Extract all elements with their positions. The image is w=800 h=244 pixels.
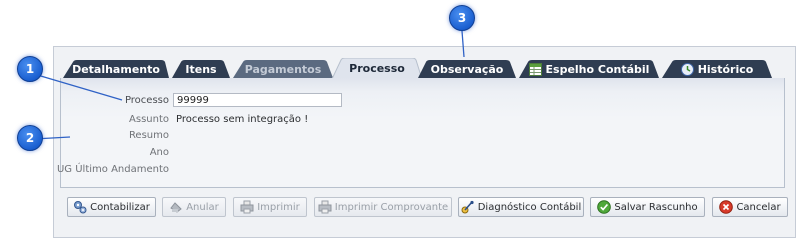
button-label: Imprimir Comprovante — [334, 201, 449, 213]
contabilizar-button[interactable]: Contabilizar — [67, 197, 156, 217]
tab-label: Detalhamento — [72, 62, 160, 76]
tab-detalhamento[interactable]: Detalhamento — [63, 60, 169, 78]
button-label: Anular — [186, 201, 219, 213]
button-label: Contabilizar — [90, 201, 150, 213]
button-label: Diagnóstico Contábil — [477, 201, 582, 213]
anular-button: Anular — [162, 197, 226, 217]
printer-icon — [240, 200, 254, 214]
spreadsheet-icon — [528, 62, 542, 76]
tab-itens[interactable]: Itens — [172, 60, 230, 78]
ug-ultimo-andamento-label: UG Último Andamento — [56, 164, 169, 175]
anular-icon — [170, 202, 182, 213]
processo-label: Processo — [124, 95, 169, 106]
tab-label: Processo — [349, 62, 405, 75]
button-label: Cancelar — [736, 201, 781, 213]
history-icon — [680, 62, 694, 76]
screen: Detalhamento Itens Pagamentos Processo O… — [0, 0, 800, 244]
tab-label: Histórico — [697, 62, 754, 76]
ano-label: Ano — [149, 147, 169, 158]
cancel-icon — [719, 200, 734, 214]
gears-icon — [74, 201, 87, 214]
tab-processo[interactable]: Processo — [332, 58, 422, 79]
button-label: Imprimir — [257, 201, 300, 213]
salvar-rascunho-button[interactable]: Salvar Rascunho — [590, 197, 705, 217]
assunto-label: Assunto — [129, 114, 169, 125]
tab-observacao[interactable]: Observação — [418, 60, 516, 78]
tab-espelho-contabil[interactable]: Espelho Contábil — [519, 60, 659, 78]
callout-badge-2: 2 — [17, 125, 43, 151]
tab-label: Itens — [185, 62, 217, 76]
printer-icon — [318, 200, 332, 214]
cancelar-button[interactable]: Cancelar — [712, 197, 788, 217]
tab-label: Pagamentos — [244, 62, 322, 76]
resumo-label: Resumo — [128, 130, 169, 141]
imprimir-comprovante-button: Imprimir Comprovante — [314, 197, 452, 217]
tab-historico[interactable]: Histórico — [662, 60, 772, 78]
callout-badge-1: 1 — [17, 56, 43, 82]
tab-label: Observação — [430, 62, 504, 76]
check-icon — [597, 200, 612, 214]
tab-pagamentos: Pagamentos — [233, 60, 333, 78]
tab-label: Espelho Contábil — [545, 62, 650, 76]
assunto-value: Processo sem integração ! — [176, 114, 309, 125]
button-label: Salvar Rascunho — [614, 201, 698, 213]
diagnostico-contabil-button[interactable]: Diagnóstico Contábil — [458, 197, 584, 217]
processo-input[interactable] — [173, 93, 342, 107]
imprimir-button: Imprimir — [233, 197, 307, 217]
diagnostic-icon — [461, 200, 474, 214]
callout-badge-3: 3 — [449, 5, 475, 31]
